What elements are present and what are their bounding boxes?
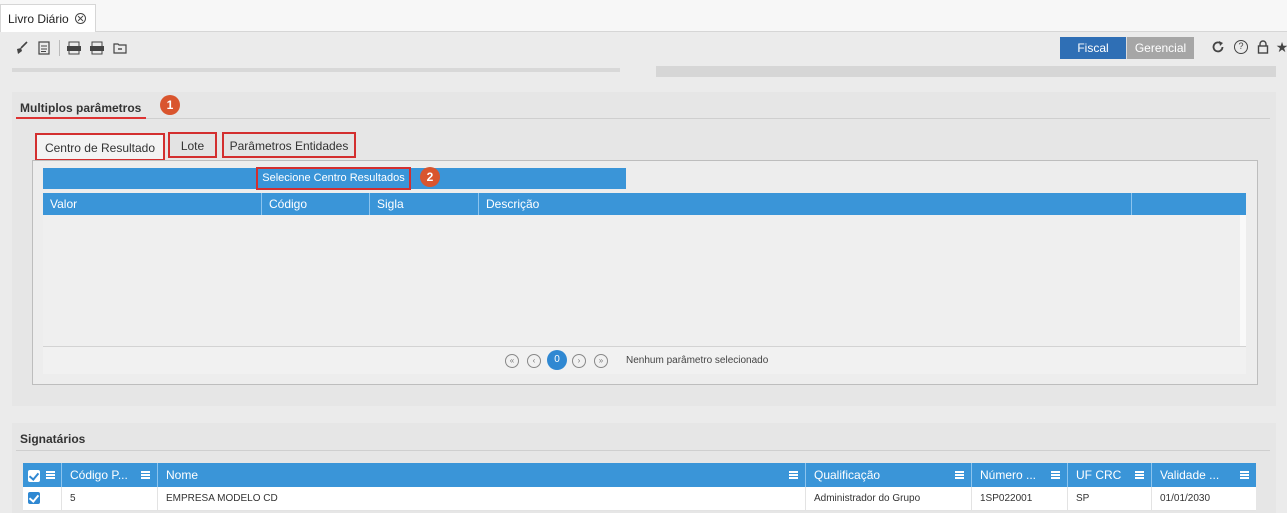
cell-codigo: 5 <box>62 487 158 511</box>
broom-icon[interactable] <box>15 41 29 55</box>
lock-icon[interactable] <box>1256 40 1270 54</box>
row-checkbox[interactable] <box>28 492 40 505</box>
filter-strip-left <box>12 68 620 72</box>
cell-nome: EMPRESA MODELO CD <box>158 487 806 511</box>
cell-validade: 01/01/2030 <box>1160 493 1211 504</box>
prev-page-icon[interactable]: ‹ <box>527 354 541 368</box>
tab-centro-de-resultado[interactable]: Centro de Resultado <box>35 133 165 161</box>
title-underline <box>16 117 146 119</box>
tab-title: Livro Diário <box>8 11 69 26</box>
col-nome[interactable]: Nome <box>158 463 806 487</box>
star-icon[interactable]: ★ <box>1275 40 1287 54</box>
col-nome-label: Nome <box>166 468 199 482</box>
signatarios-divider <box>16 450 1270 451</box>
col-valor[interactable]: Valor <box>43 193 262 215</box>
folder-icon[interactable] <box>113 41 127 55</box>
current-page[interactable]: 0 <box>547 350 567 370</box>
export-xls-icon[interactable] <box>90 41 104 55</box>
col-numero-label: Número ... <box>980 468 1037 482</box>
export-pdf-icon[interactable] <box>67 41 81 55</box>
col-descricao[interactable]: Descrição <box>479 193 1132 215</box>
column-menu-icon[interactable] <box>46 471 55 479</box>
col-validade[interactable]: Validade ... <box>1152 463 1256 487</box>
close-tab-icon[interactable] <box>74 13 86 24</box>
refresh-icon[interactable] <box>1211 40 1225 54</box>
cell-numero: 1SP022001 <box>972 487 1068 511</box>
title-divider <box>146 118 1270 119</box>
column-menu-icon[interactable] <box>955 471 964 479</box>
selecione-centro-resultados-button[interactable]: Selecione Centro Resultados <box>256 167 411 190</box>
col-select-all[interactable] <box>23 463 62 487</box>
column-menu-icon[interactable] <box>1135 471 1144 479</box>
parametros-grid-body <box>43 215 1246 346</box>
fiscal-button[interactable]: Fiscal <box>1060 37 1126 59</box>
multiplos-parametros-title: Multiplos parâmetros <box>20 101 142 115</box>
signatarios-grid-header: Código P... Nome Qualificação Número ...… <box>23 463 1256 487</box>
col-numero[interactable]: Número ... <box>972 463 1068 487</box>
filter-strip-right <box>656 66 1276 77</box>
toolbar-separator <box>59 40 60 56</box>
col-sigla[interactable]: Sigla <box>370 193 479 215</box>
col-qualificacao-label: Qualificação <box>814 468 881 482</box>
column-menu-icon[interactable] <box>1240 471 1249 479</box>
help-icon[interactable]: ? <box>1234 40 1248 54</box>
cell-qualificacao: Administrador do Grupo <box>806 487 972 511</box>
col-codigo-p-label: Código P... <box>70 468 128 482</box>
col-codigo-p[interactable]: Código P... <box>62 463 158 487</box>
tab-parametros-entidades[interactable]: Parâmetros Entidades <box>222 132 356 158</box>
col-actions <box>1132 193 1246 215</box>
signatarios-title: Signatários <box>20 432 86 446</box>
row-select-cell[interactable] <box>23 487 62 511</box>
col-validade-label: Validade ... <box>1160 468 1220 482</box>
col-codigo[interactable]: Código <box>262 193 370 215</box>
tab-lote[interactable]: Lote <box>168 132 217 158</box>
table-row[interactable]: 5 EMPRESA MODELO CD Administrador do Gru… <box>23 487 1256 511</box>
column-menu-icon[interactable] <box>1051 471 1060 479</box>
last-page-icon[interactable]: » <box>594 354 608 368</box>
pager-status: Nenhum parâmetro selecionado <box>626 355 769 366</box>
step-badge-2: 2 <box>420 167 440 187</box>
step-badge-1: 1 <box>160 95 180 115</box>
col-uf-crc-label: UF CRC <box>1076 468 1122 482</box>
grid-scrollbar[interactable] <box>1240 215 1246 346</box>
tab-strip: Livro Diário <box>0 0 1287 32</box>
cell-uf: SP <box>1068 487 1152 511</box>
next-page-icon[interactable]: › <box>572 354 586 368</box>
first-page-icon[interactable]: « <box>505 354 519 368</box>
tab-livro-diario[interactable]: Livro Diário <box>0 4 96 32</box>
col-uf-crc[interactable]: UF CRC <box>1068 463 1152 487</box>
col-qualificacao[interactable]: Qualificação <box>806 463 972 487</box>
gerencial-button[interactable]: Gerencial <box>1126 37 1194 59</box>
parametros-grid-header: Valor Código Sigla Descrição <box>43 193 1246 215</box>
mode-toggle: Fiscal Gerencial <box>1060 37 1194 59</box>
column-menu-icon[interactable] <box>141 471 150 479</box>
document-icon[interactable] <box>37 41 51 55</box>
select-all-checkbox[interactable] <box>28 469 40 482</box>
column-menu-icon[interactable] <box>789 471 798 479</box>
